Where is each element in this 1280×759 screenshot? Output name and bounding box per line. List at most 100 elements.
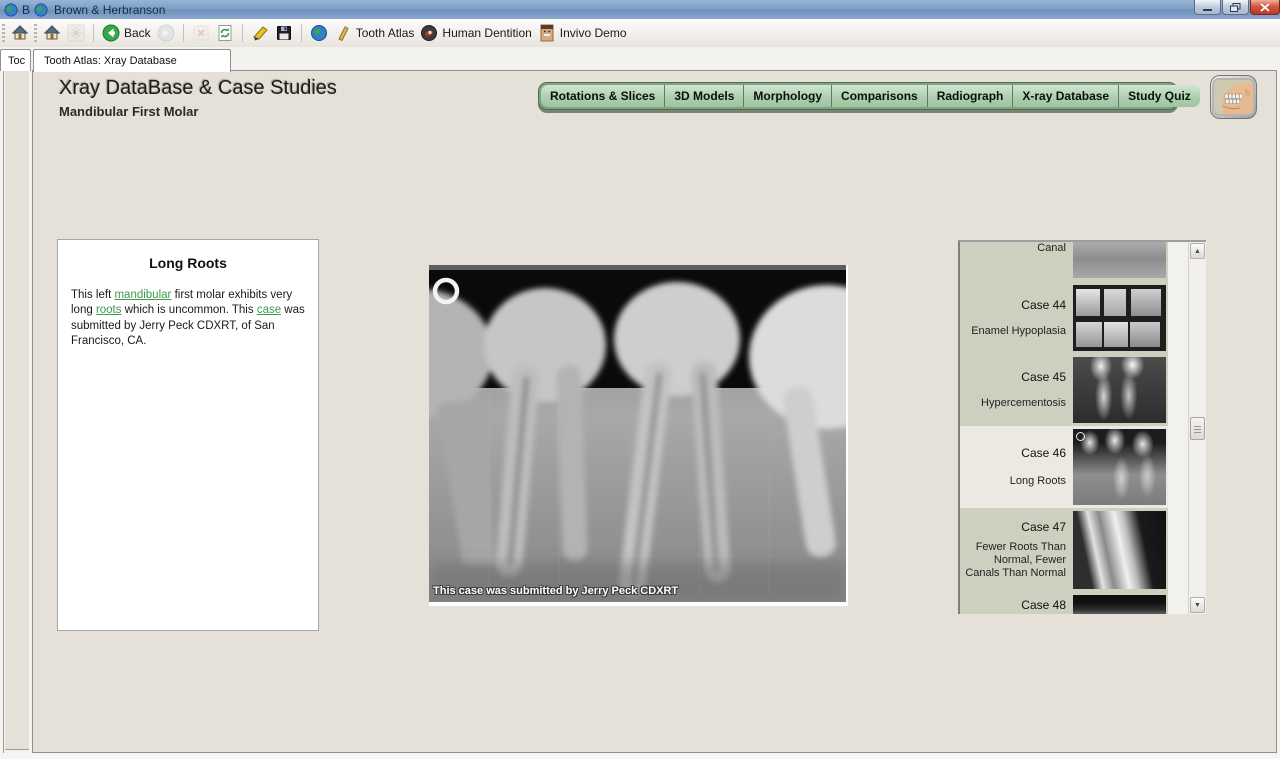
mandibular-link[interactable]: mandibular — [114, 289, 171, 301]
nav-xray-database[interactable]: X-ray Database — [1013, 85, 1119, 107]
save-icon — [275, 24, 293, 42]
nav-3d-models[interactable]: 3D Models — [665, 85, 744, 107]
dentition-profile-button[interactable] — [1210, 75, 1257, 119]
case-title: Case 48 — [1021, 598, 1066, 612]
xray-thumbnail[interactable] — [1073, 357, 1166, 423]
tab-xray-database-label: Tooth Atlas: Xray Database — [44, 55, 177, 67]
case-row-44[interactable]: Case 44 Enamel Hypoplasia — [960, 282, 1168, 354]
stop-button-disabled — [189, 22, 213, 44]
tooth-atlas-label: Tooth Atlas — [356, 26, 415, 40]
marker-ring — [1076, 432, 1085, 441]
home-button[interactable] — [8, 22, 32, 44]
case-row-46-selected[interactable]: Case 46 Long Roots — [960, 426, 1168, 508]
nav-study-quiz[interactable]: Study Quiz — [1119, 85, 1200, 107]
tab-toc-label: Toc — [8, 55, 25, 67]
case-row-47[interactable]: Case 47 Fewer Roots Than Normal, Fewer C… — [960, 508, 1168, 592]
case-row-partial-top[interactable]: Canal — [960, 242, 1168, 282]
invivo-demo-icon — [538, 24, 556, 42]
case-subtitle: Enamel Hypoplasia — [971, 325, 1066, 338]
xray-thumbnail[interactable] — [1073, 511, 1166, 589]
radiograph-image: This case was submitted by Jerry Peck CD… — [429, 265, 848, 606]
case-subtitle: Fewer Roots Than Normal, Fewer Canals Th… — [960, 541, 1066, 580]
scrollbar-thumb[interactable] — [1190, 417, 1205, 440]
human-dentition-icon — [420, 24, 438, 42]
xray-thumbnail[interactable] — [1073, 242, 1166, 278]
xray-thumbnail[interactable] — [1073, 429, 1166, 505]
refresh-button[interactable] — [213, 22, 237, 44]
restore-button[interactable] — [1222, 0, 1249, 15]
xray-thumbnail[interactable] — [1073, 285, 1166, 351]
globe-icon — [34, 3, 48, 17]
stop-icon — [192, 24, 210, 42]
toolbar-separator — [183, 24, 184, 42]
sparkle-icon — [67, 24, 85, 42]
scroll-up-button[interactable]: ▲ — [1190, 243, 1205, 259]
title-bar: B Brown & Herbranson — [0, 0, 1280, 20]
back-icon — [102, 24, 120, 42]
case-description-card: Long Roots This left mandibular first mo… — [57, 239, 319, 631]
nav-comparisons[interactable]: Comparisons — [832, 85, 928, 107]
nav-rotations-slices[interactable]: Rotations & Slices — [541, 85, 665, 107]
globe-icon — [310, 24, 328, 42]
forward-icon — [157, 24, 175, 42]
roots-link[interactable]: roots — [96, 304, 122, 316]
description-text: which is uncommon. This — [122, 304, 257, 316]
toc-pane-sliver — [5, 71, 29, 750]
toolbar-separator — [93, 24, 94, 42]
home-icon — [43, 24, 61, 42]
web-button[interactable] — [307, 22, 331, 44]
invivo-demo-label: Invivo Demo — [560, 26, 627, 40]
app-window: B Brown & Herbranson — [0, 0, 1280, 759]
home-icon — [11, 24, 29, 42]
highlighter-button[interactable] — [248, 22, 272, 44]
case-row-45[interactable]: Case 45 Hypercementosis — [960, 354, 1168, 426]
case-link[interactable]: case — [257, 304, 281, 316]
minimize-button[interactable] — [1194, 0, 1221, 15]
tooth-atlas-icon — [334, 24, 352, 42]
main-panel: Xray DataBase & Case Studies Mandibular … — [32, 70, 1277, 753]
tooth-atlas-link[interactable]: Tooth Atlas — [331, 22, 418, 44]
globe-icon — [4, 3, 18, 17]
restore-icon — [1230, 3, 1241, 12]
options-button-disabled — [64, 22, 88, 44]
refresh-icon — [216, 24, 234, 42]
dentition-profile-icon — [1212, 78, 1255, 116]
nav-radiograph[interactable]: Radiograph — [928, 85, 1014, 107]
human-dentition-link[interactable]: Human Dentition — [417, 22, 534, 44]
xray-thumbnail[interactable] — [1073, 595, 1166, 614]
toolbar: Back — [0, 19, 1280, 48]
case-row-48-partial[interactable]: Case 48 — [960, 592, 1168, 614]
close-button[interactable] — [1250, 0, 1280, 15]
case-title: Case 45 — [1021, 370, 1066, 384]
window-bottom-edge — [0, 753, 1280, 759]
page-subtitle: Mandibular First Molar — [59, 104, 198, 119]
back-button-label: Back — [124, 26, 151, 40]
case-rows: Canal Case 44 Enamel Hypoplasia Case 45 … — [960, 242, 1168, 614]
tab-xray-database[interactable]: Tooth Atlas: Xray Database — [33, 49, 231, 72]
human-dentition-label: Human Dentition — [442, 26, 531, 40]
case-subtitle: Hypercementosis — [981, 397, 1066, 410]
home-button-secondary[interactable] — [40, 22, 64, 44]
minimize-icon — [1202, 3, 1213, 12]
back-button[interactable]: Back — [99, 22, 154, 44]
case-subtitle: Canal — [1037, 242, 1066, 255]
case-title: Case 46 — [1021, 446, 1066, 460]
background-window-title: B — [22, 3, 30, 17]
tab-toc[interactable]: Toc — [0, 49, 31, 71]
toolbar-grip — [2, 24, 5, 42]
case-subtitle: Long Roots — [1010, 475, 1066, 488]
window-title: Brown & Herbranson — [54, 3, 165, 17]
toolbar-grip — [34, 24, 37, 42]
nav-morphology[interactable]: Morphology — [744, 85, 832, 107]
window-controls — [1193, 0, 1280, 16]
left-pane-divider — [3, 71, 4, 753]
invivo-demo-link[interactable]: Invivo Demo — [535, 22, 630, 44]
radiograph-caption: This case was submitted by Jerry Peck CD… — [433, 585, 678, 597]
case-list-scrollbar[interactable]: ▲ ▼ — [1188, 242, 1206, 614]
case-title: Long Roots — [58, 255, 318, 271]
scroll-down-button[interactable]: ▼ — [1190, 597, 1205, 613]
radiograph-rendering — [429, 265, 846, 602]
close-icon — [1260, 3, 1270, 12]
case-title: Case 44 — [1021, 298, 1066, 312]
save-button[interactable] — [272, 22, 296, 44]
